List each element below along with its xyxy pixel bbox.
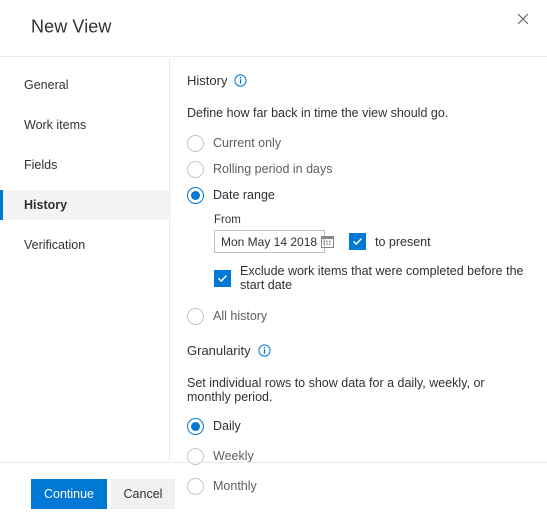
radio-label: Rolling period in days	[213, 162, 333, 176]
exclude-completed-label: Exclude work items that were completed b…	[240, 264, 524, 292]
to-present-label: to present	[375, 234, 431, 249]
radio-label: All history	[213, 309, 268, 323]
sidebar-item-label: Work items	[24, 118, 87, 132]
new-view-dialog: New View General Work items Fields Histo…	[0, 0, 547, 515]
dialog-footer: Continue Cancel	[0, 462, 547, 515]
radio-rolling-period[interactable]: Rolling period in days	[187, 156, 531, 182]
sidebar-item-label: Fields	[24, 158, 58, 172]
sidebar-item-label: General	[24, 78, 69, 92]
from-row: Mon May 14 2018 to present	[214, 230, 531, 253]
radio-label: Current only	[213, 136, 282, 150]
radio-indicator	[187, 307, 204, 325]
radio-indicator	[187, 134, 204, 152]
close-button[interactable]	[507, 5, 539, 33]
sidebar-item-fields[interactable]: Fields	[0, 150, 169, 180]
radio-indicator	[187, 417, 204, 435]
sidebar-item-label: History	[24, 198, 68, 212]
date-range-detail: From Mon May 14 2018 to present Exclude …	[214, 214, 531, 292]
sidebar: General Work items Fields History Verifi…	[0, 58, 170, 461]
sidebar-item-general[interactable]: General	[0, 70, 169, 100]
radio-label: Weekly	[213, 449, 254, 463]
from-date-value: Mon May 14 2018	[221, 234, 318, 249]
content-panel: History Define how far back in time the …	[171, 58, 547, 495]
calendar-icon[interactable]	[321, 235, 335, 248]
continue-button[interactable]: Continue	[31, 479, 107, 509]
radio-indicator	[187, 186, 204, 204]
granularity-heading-label: Granularity	[187, 343, 251, 358]
to-present-checkbox[interactable]: to present	[349, 233, 431, 250]
granularity-section-heading: Granularity	[187, 343, 531, 358]
radio-indicator	[187, 160, 204, 178]
exclude-completed-checkbox[interactable]: Exclude work items that were completed b…	[214, 264, 531, 292]
from-label: From	[214, 214, 241, 226]
checkbox-indicator	[214, 269, 231, 287]
sidebar-item-history[interactable]: History	[0, 190, 169, 220]
page-title: New View	[31, 16, 112, 37]
history-description: Define how far back in time the view sho…	[187, 106, 449, 120]
close-icon	[517, 13, 529, 25]
from-date-input[interactable]: Mon May 14 2018	[214, 230, 335, 253]
checkbox-indicator	[349, 233, 366, 250]
info-icon[interactable]	[234, 74, 248, 87]
sidebar-item-label: Verification	[24, 238, 86, 252]
radio-date-range[interactable]: Date range	[187, 182, 531, 208]
radio-current-only[interactable]: Current only	[187, 130, 531, 156]
sidebar-item-verification[interactable]: Verification	[0, 230, 169, 260]
granularity-description: Set individual rows to show data for a d…	[187, 376, 485, 404]
radio-all-history[interactable]: All history	[187, 303, 531, 329]
history-section-heading: History	[187, 73, 531, 88]
radio-label: Daily	[213, 419, 241, 433]
sidebar-item-work-items[interactable]: Work items	[0, 110, 169, 140]
radio-label: Date range	[213, 188, 275, 202]
dialog-header: New View	[0, 0, 547, 57]
radio-daily[interactable]: Daily	[187, 413, 531, 439]
history-heading-label: History	[187, 73, 228, 88]
cancel-button[interactable]: Cancel	[111, 479, 175, 509]
info-icon[interactable]	[257, 344, 271, 357]
